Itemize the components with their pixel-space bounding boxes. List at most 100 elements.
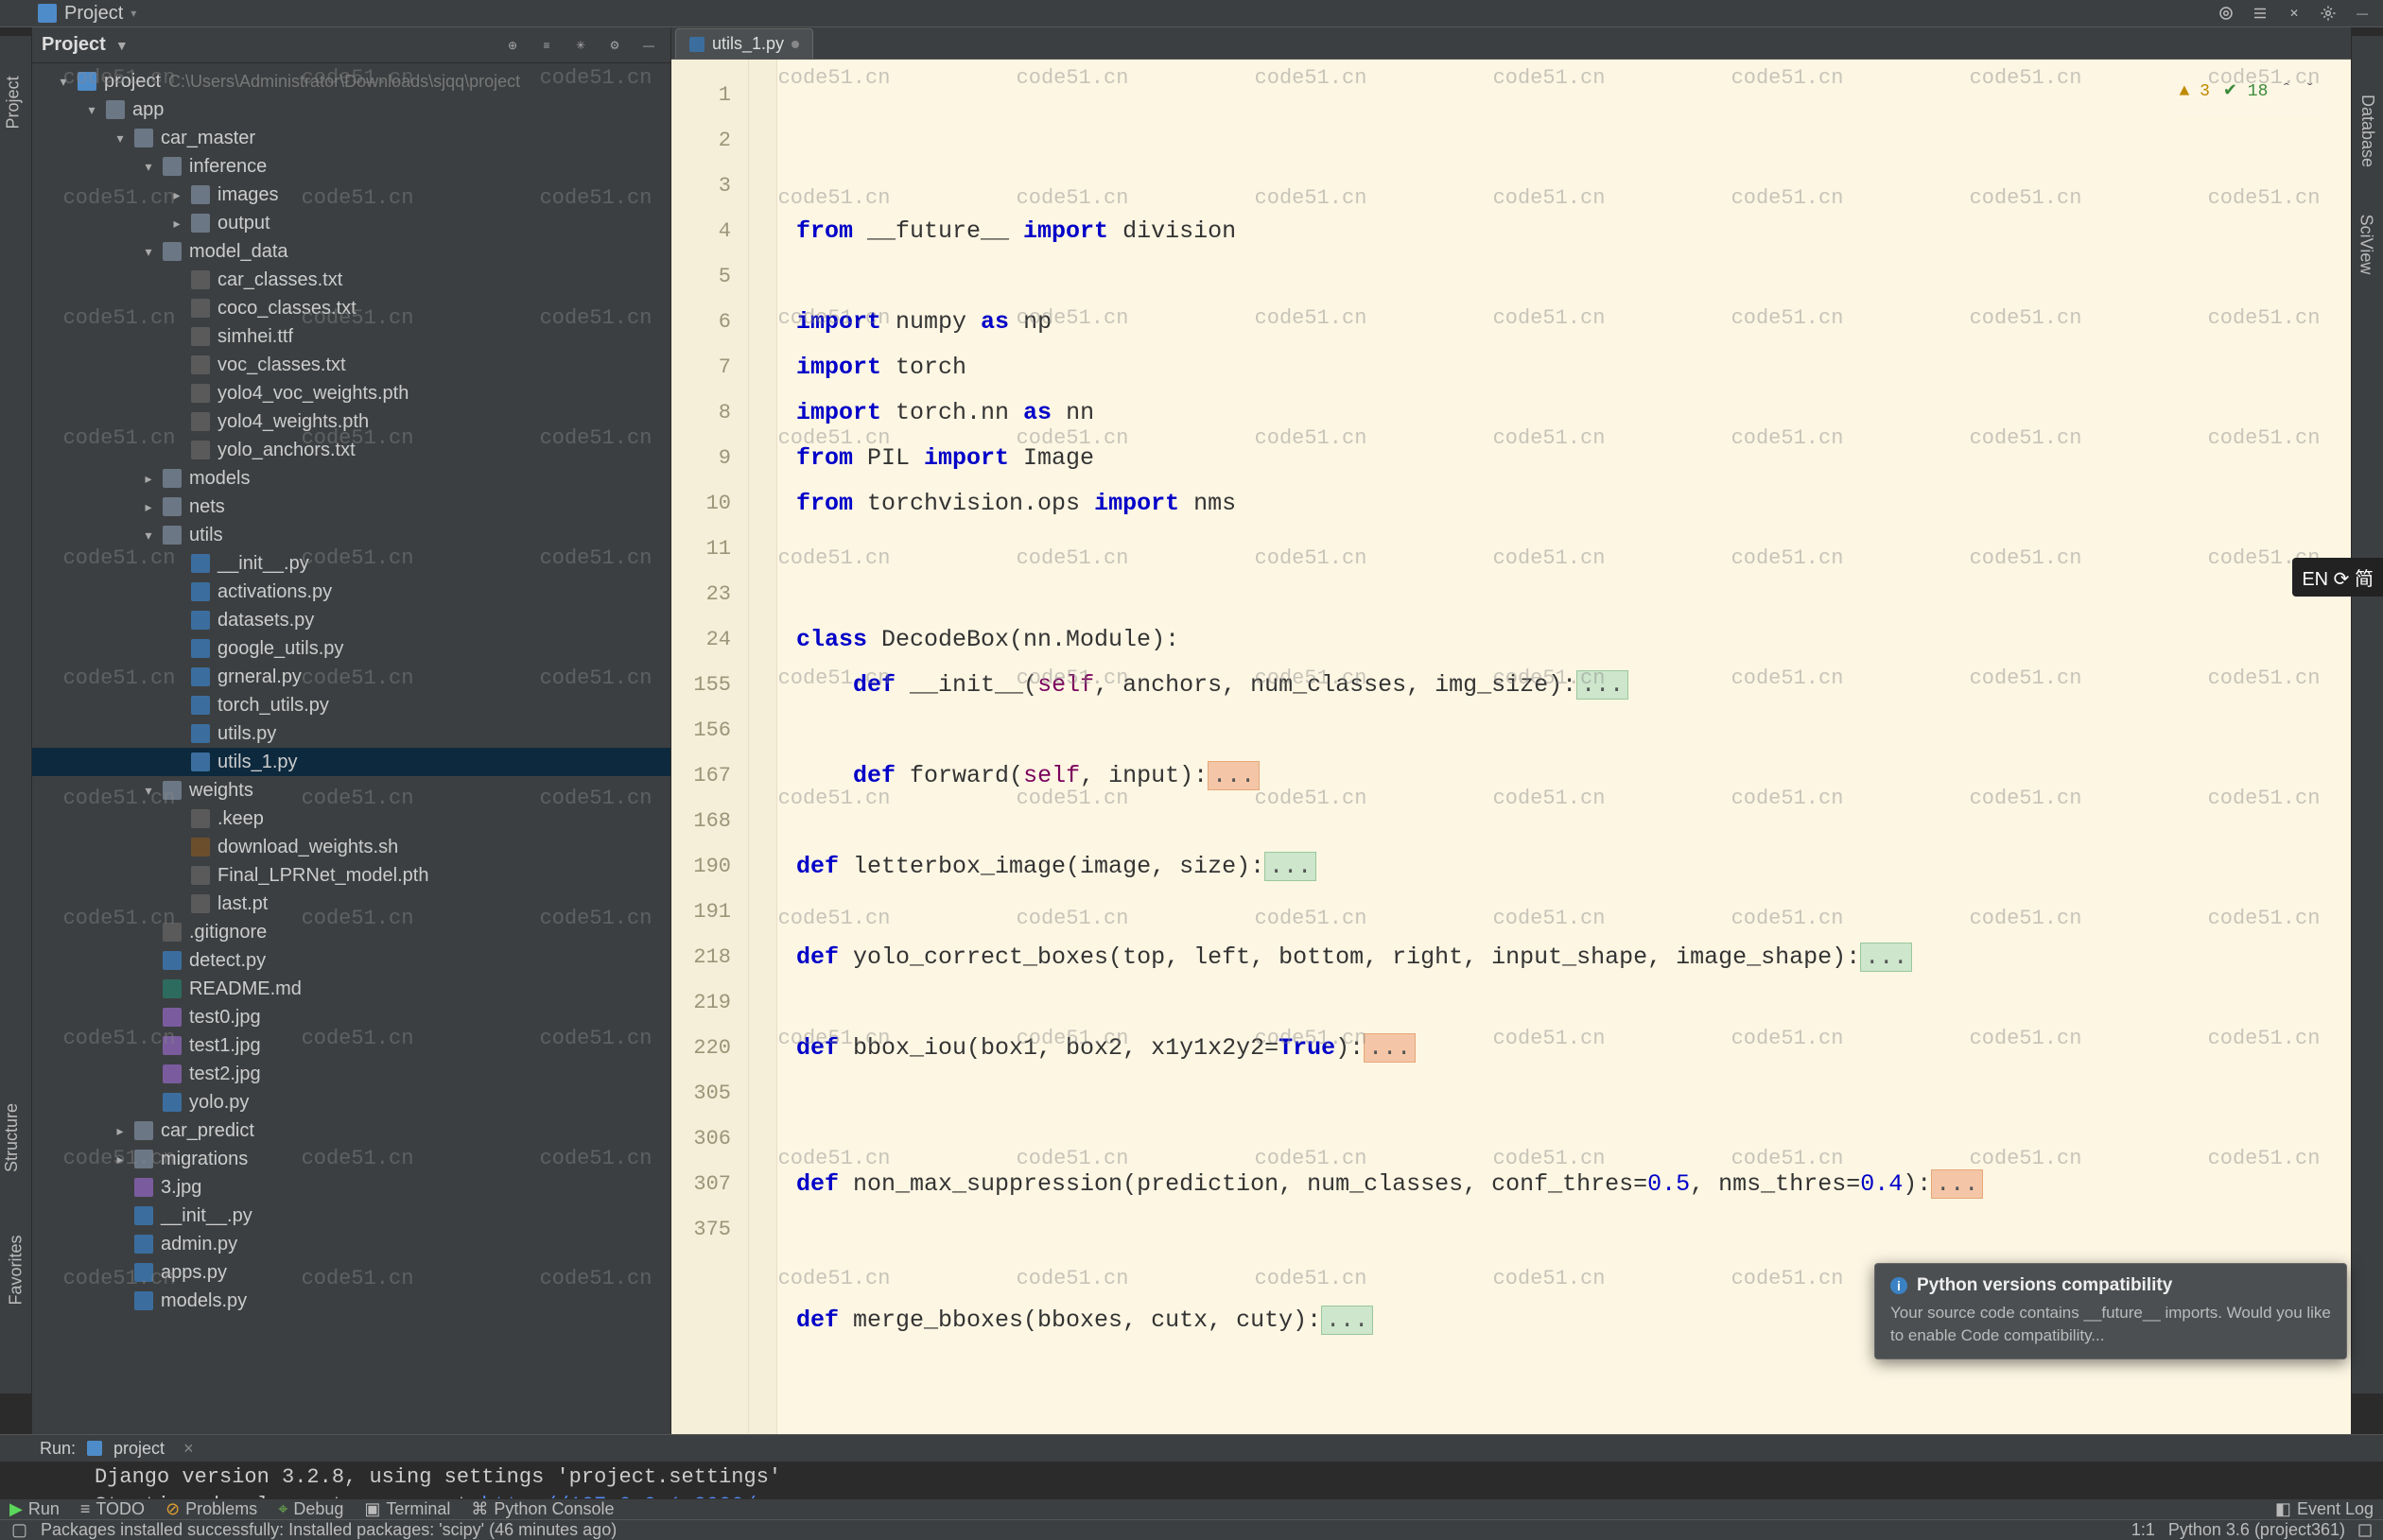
rail-project[interactable]: Project	[4, 76, 24, 129]
expand-arrow-icon[interactable]: ▾	[113, 124, 127, 152]
project-tree[interactable]: ▾project C:\Users\Administrator\Download…	[32, 63, 670, 1434]
tree-row[interactable]: detect.py	[32, 946, 670, 975]
tree-row[interactable]: Final_LPRNet_model.pth	[32, 861, 670, 890]
tree-row[interactable]: .keep	[32, 805, 670, 833]
expand-arrow-icon[interactable]: ▸	[170, 209, 183, 237]
rail-sciview[interactable]: SciView	[2357, 215, 2376, 275]
sidebar-toggle-icon[interactable]: ▢	[11, 1520, 27, 1540]
tree-row[interactable]: test1.jpg	[32, 1031, 670, 1060]
rail-favorites[interactable]: Favorites	[7, 1235, 26, 1305]
code-content[interactable]: ▲ 3 ✔ 18 ˆ ˇ from __future__ import divi…	[777, 60, 2351, 1434]
rail-database[interactable]: Database	[2357, 95, 2377, 167]
tree-row[interactable]: test2.jpg	[32, 1060, 670, 1088]
tree-row[interactable]: yolo.py	[32, 1088, 670, 1116]
tool-run[interactable]: ▶Run	[9, 1499, 60, 1519]
tree-row[interactable]: __init__.py	[32, 1202, 670, 1230]
tree-row[interactable]: .gitignore	[32, 918, 670, 946]
run-console[interactable]: Django version 3.2.8, using settings 'pr…	[0, 1462, 2383, 1498]
lock-icon[interactable]	[2358, 1524, 2372, 1537]
rail-structure[interactable]: Structure	[2, 1103, 22, 1172]
caret-position[interactable]: 1:1	[2131, 1520, 2155, 1540]
tree-row[interactable]: last.pt	[32, 890, 670, 918]
console-line: Django version 3.2.8, using settings 'pr…	[95, 1463, 2288, 1492]
expand-all-icon[interactable]: ✳	[568, 33, 593, 58]
close-tab-icon[interactable]	[791, 41, 799, 48]
close-icon[interactable]: ×	[183, 1439, 194, 1459]
target-icon[interactable]	[2213, 0, 2239, 26]
tree-row[interactable]: voc_classes.txt	[32, 351, 670, 379]
collapse-icon[interactable]	[2247, 0, 2273, 26]
tool-problems[interactable]: ⊘Problems	[165, 1499, 257, 1519]
hide-icon[interactable]: —	[2349, 0, 2375, 26]
tree-row[interactable]: activations.py	[32, 578, 670, 606]
ime-indicator[interactable]: EN ⟳ 简	[2292, 558, 2383, 597]
tree-row[interactable]: grneral.py	[32, 663, 670, 691]
target-icon[interactable]: ⊕	[500, 33, 525, 58]
tree-row[interactable]: utils_1.py	[32, 748, 670, 776]
tree-row[interactable]: apps.py	[32, 1258, 670, 1287]
gear-icon[interactable]	[2315, 0, 2341, 26]
tree-row[interactable]: torch_utils.py	[32, 691, 670, 719]
expand-arrow-icon[interactable]: ▸	[142, 493, 155, 521]
tree-row[interactable]: simhei.ttf	[32, 322, 670, 351]
tree-row[interactable]: ▾model_data	[32, 237, 670, 266]
collapse-all-icon[interactable]: ≡	[534, 33, 559, 58]
expand-arrow-icon[interactable]: ▸	[170, 181, 183, 209]
tree-row[interactable]: ▸migrations	[32, 1145, 670, 1173]
code-editor[interactable]: 1234567891011232415515616716819019121821…	[671, 60, 2351, 1434]
chevron-down-icon[interactable]: ▼	[115, 38, 129, 53]
expand-arrow-icon[interactable]: ▾	[142, 237, 155, 266]
inspection-widget[interactable]: ▲ 3 ✔ 18 ˆ ˇ	[2171, 67, 2322, 116]
breadcrumb-project[interactable]: Project	[64, 3, 123, 25]
tree-row[interactable]: ▸images	[32, 181, 670, 209]
hide-icon[interactable]: —	[636, 33, 661, 58]
tree-row[interactable]: yolo4_voc_weights.pth	[32, 379, 670, 407]
editor-tab[interactable]: utils_1.py	[675, 28, 813, 59]
tree-row[interactable]: yolo4_weights.pth	[32, 407, 670, 436]
tree-row[interactable]: datasets.py	[32, 606, 670, 634]
notification-balloon[interactable]: iPython versions compatibility Your sour…	[1874, 1263, 2347, 1359]
tree-row[interactable]: ▸output	[32, 209, 670, 237]
tree-row[interactable]: README.md	[32, 975, 670, 1003]
tool-debug[interactable]: ⌖Debug	[278, 1499, 343, 1519]
expand-arrow-icon[interactable]: ▾	[57, 67, 70, 95]
tool-python-console[interactable]: ⌘Python Console	[471, 1499, 614, 1519]
expand-arrow-icon[interactable]: ▸	[113, 1116, 127, 1145]
run-config-name[interactable]: project	[113, 1439, 165, 1459]
expand-arrow-icon[interactable]: ▾	[85, 95, 98, 124]
gear-icon[interactable]: ⚙	[602, 33, 627, 58]
tree-row[interactable]: admin.py	[32, 1230, 670, 1258]
tree-row[interactable]: ▾utils	[32, 521, 670, 549]
tree-row[interactable]: download_weights.sh	[32, 833, 670, 861]
tree-row[interactable]: ▾weights	[32, 776, 670, 805]
expand-arrow-icon[interactable]: ▾	[142, 776, 155, 805]
tree-row[interactable]: __init__.py	[32, 549, 670, 578]
interpreter-label[interactable]: Python 3.6 (project361)	[2168, 1520, 2345, 1540]
expand-arrow-icon[interactable]: ▸	[113, 1145, 127, 1173]
chevron-up-icon[interactable]: ˆ	[2281, 69, 2291, 114]
tree-row[interactable]: ▾inference	[32, 152, 670, 181]
tree-row[interactable]: ▸models	[32, 464, 670, 493]
tool-todo[interactable]: ≡TODO	[80, 1499, 145, 1519]
tree-row[interactable]: ▸nets	[32, 493, 670, 521]
tree-row[interactable]: 3.jpg	[32, 1173, 670, 1202]
py-icon	[134, 1235, 153, 1254]
expand-arrow-icon[interactable]: ▾	[142, 521, 155, 549]
tree-row[interactable]: ▸car_predict	[32, 1116, 670, 1145]
chevron-down-icon[interactable]: ˇ	[2305, 69, 2315, 114]
expand-arrow-icon[interactable]: ▾	[142, 152, 155, 181]
tree-row[interactable]: models.py	[32, 1287, 670, 1315]
tool-terminal[interactable]: ▣Terminal	[364, 1499, 450, 1519]
tree-row[interactable]: google_utils.py	[32, 634, 670, 663]
tree-row[interactable]: utils.py	[32, 719, 670, 748]
expand-arrow-icon[interactable]: ▸	[142, 464, 155, 493]
tree-row[interactable]: car_classes.txt	[32, 266, 670, 294]
tree-row[interactable]: test0.jpg	[32, 1003, 670, 1031]
tree-row[interactable]: ▾project C:\Users\Administrator\Download…	[32, 67, 670, 95]
tree-row[interactable]: ▾car_master	[32, 124, 670, 152]
tree-row[interactable]: ▾app	[32, 95, 670, 124]
tool-event-log[interactable]: ◧Event Log	[2275, 1499, 2374, 1519]
tree-row[interactable]: coco_classes.txt	[32, 294, 670, 322]
deselect-icon[interactable]: ✕	[2281, 0, 2307, 26]
tree-row[interactable]: yolo_anchors.txt	[32, 436, 670, 464]
